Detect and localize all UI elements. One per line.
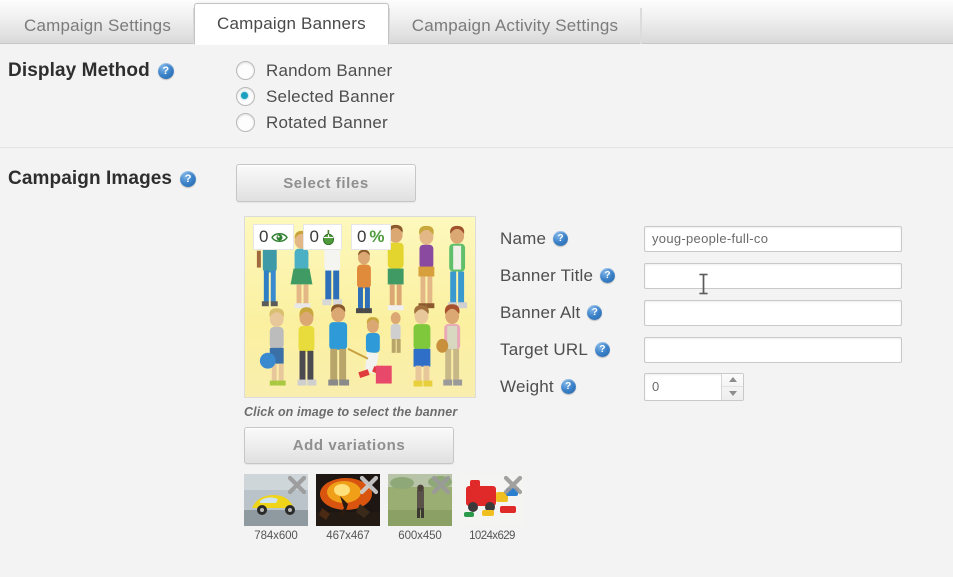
banner-form: Name Banner Title Banner Alt bbox=[484, 216, 953, 542]
mouse-click-icon bbox=[322, 229, 334, 245]
target-url-label: Target URL bbox=[500, 339, 588, 359]
banner-title-label-cell: Banner Title bbox=[500, 266, 644, 286]
banner-alt-label: Banner Alt bbox=[500, 302, 581, 322]
name-input[interactable] bbox=[644, 225, 902, 252]
variation-thumbnail[interactable] bbox=[316, 474, 380, 526]
field-weight: Weight bbox=[500, 368, 953, 405]
campaign-images-heading-text: Campaign Images bbox=[8, 168, 173, 189]
help-circle-icon[interactable] bbox=[594, 342, 610, 357]
stat-impressions-value: 0 bbox=[259, 227, 269, 246]
banner-title-input[interactable] bbox=[644, 262, 902, 289]
banner-editor: 0 0 0 % Click on image to select the ban… bbox=[8, 202, 953, 542]
weight-label: Weight bbox=[500, 376, 554, 396]
radio-random-banner-icon[interactable] bbox=[236, 61, 255, 80]
radio-selected-banner-label: Selected Banner bbox=[266, 86, 395, 106]
field-banner-alt: Banner Alt bbox=[500, 294, 953, 331]
tab-campaign-activity-settings[interactable]: Campaign Activity Settings bbox=[388, 8, 642, 44]
help-circle-icon[interactable] bbox=[600, 268, 616, 283]
radio-option-selected-banner[interactable]: Selected Banner bbox=[236, 84, 395, 109]
banner-alt-input[interactable] bbox=[644, 299, 902, 326]
variation-thumbnail[interactable] bbox=[388, 474, 452, 526]
close-x-icon[interactable] bbox=[428, 474, 452, 498]
help-circle-icon[interactable] bbox=[157, 63, 174, 79]
weight-input[interactable] bbox=[645, 373, 721, 400]
variation-item[interactable]: 600x450 bbox=[388, 474, 452, 542]
weight-stepper-buttons bbox=[721, 373, 743, 400]
tab-bar-filler bbox=[641, 8, 953, 44]
radio-option-random-banner[interactable]: Random Banner bbox=[236, 58, 395, 83]
variation-item[interactable]: 784x600 bbox=[244, 474, 308, 542]
banner-preview-image[interactable]: 0 0 0 % bbox=[244, 216, 476, 398]
caret-down-icon bbox=[728, 390, 737, 396]
variation-size-label: 467x467 bbox=[326, 530, 370, 542]
display-method-heading: Display Method bbox=[8, 60, 174, 82]
variation-size-label: 784x600 bbox=[254, 530, 298, 542]
name-label: Name bbox=[500, 228, 547, 248]
banner-select-hint: Click on image to select the banner bbox=[244, 405, 458, 419]
stat-clicks: 0 bbox=[303, 224, 342, 250]
stat-ctr: 0 % bbox=[350, 224, 391, 250]
close-x-icon[interactable] bbox=[356, 474, 380, 498]
variation-size-label: 600x450 bbox=[398, 530, 442, 542]
close-x-icon[interactable] bbox=[500, 474, 524, 498]
stat-ctr-unit: % bbox=[369, 227, 385, 246]
radio-rotated-banner-label: Rotated Banner bbox=[266, 112, 388, 132]
variation-thumbnail[interactable] bbox=[460, 474, 524, 526]
radio-random-banner-label: Random Banner bbox=[266, 60, 393, 80]
radio-rotated-banner-icon[interactable] bbox=[236, 113, 255, 132]
display-method-label-cell: Display Method bbox=[8, 58, 236, 82]
help-circle-icon[interactable] bbox=[560, 379, 576, 394]
radio-selected-banner-icon[interactable] bbox=[236, 87, 255, 106]
stat-ctr-value: 0 bbox=[356, 227, 367, 246]
caret-up-icon bbox=[728, 377, 737, 383]
select-files-button[interactable]: Select files bbox=[236, 164, 416, 202]
weight-stepper[interactable] bbox=[644, 372, 744, 401]
tab-campaign-banners[interactable]: Campaign Banners bbox=[194, 3, 389, 45]
weight-label-cell: Weight bbox=[500, 377, 644, 397]
help-circle-icon[interactable] bbox=[180, 171, 197, 187]
weight-decrement-button[interactable] bbox=[722, 387, 743, 400]
target-url-input[interactable] bbox=[644, 336, 902, 363]
add-variations-button[interactable]: Add variations bbox=[244, 427, 454, 464]
field-target-url: Target URL bbox=[500, 331, 953, 368]
close-x-icon[interactable] bbox=[284, 474, 308, 498]
weight-increment-button[interactable] bbox=[722, 374, 743, 387]
stat-clicks-value: 0 bbox=[309, 227, 319, 246]
banner-stats-overlay: 0 0 0 % bbox=[253, 224, 391, 250]
display-method-heading-text: Display Method bbox=[8, 60, 150, 81]
variation-thumbnail[interactable] bbox=[244, 474, 308, 526]
banner-alt-label-cell: Banner Alt bbox=[500, 303, 644, 323]
display-method-section: Display Method Random Banner Selected Ba… bbox=[0, 44, 953, 147]
campaign-images-section: Campaign Images Select files bbox=[0, 148, 953, 542]
tab-campaign-settings[interactable]: Campaign Settings bbox=[2, 8, 195, 44]
display-method-radio-group: Random Banner Selected Banner Rotated Ba… bbox=[236, 58, 395, 135]
radio-option-rotated-banner[interactable]: Rotated Banner bbox=[236, 110, 395, 135]
name-label-cell: Name bbox=[500, 229, 644, 249]
target-url-label-cell: Target URL bbox=[500, 340, 644, 360]
help-circle-icon[interactable] bbox=[587, 305, 603, 320]
stat-impressions: 0 bbox=[253, 224, 295, 250]
eye-icon bbox=[271, 232, 289, 242]
help-circle-icon[interactable] bbox=[553, 231, 569, 246]
variation-item[interactable]: 467x467 bbox=[316, 474, 380, 542]
field-name: Name bbox=[500, 220, 953, 257]
tab-bar: Campaign Settings Campaign Banners Campa… bbox=[0, 0, 953, 45]
field-banner-title: Banner Title bbox=[500, 257, 953, 294]
variation-thumbnail-list: 784x600 467x467 600x450 1024x629 bbox=[244, 474, 524, 542]
campaign-images-heading: Campaign Images bbox=[8, 168, 197, 190]
banner-title-label: Banner Title bbox=[500, 265, 594, 285]
banner-preview-column: 0 0 0 % Click on image to select the ban… bbox=[244, 216, 524, 542]
campaign-images-label-cell: Campaign Images bbox=[8, 162, 236, 190]
